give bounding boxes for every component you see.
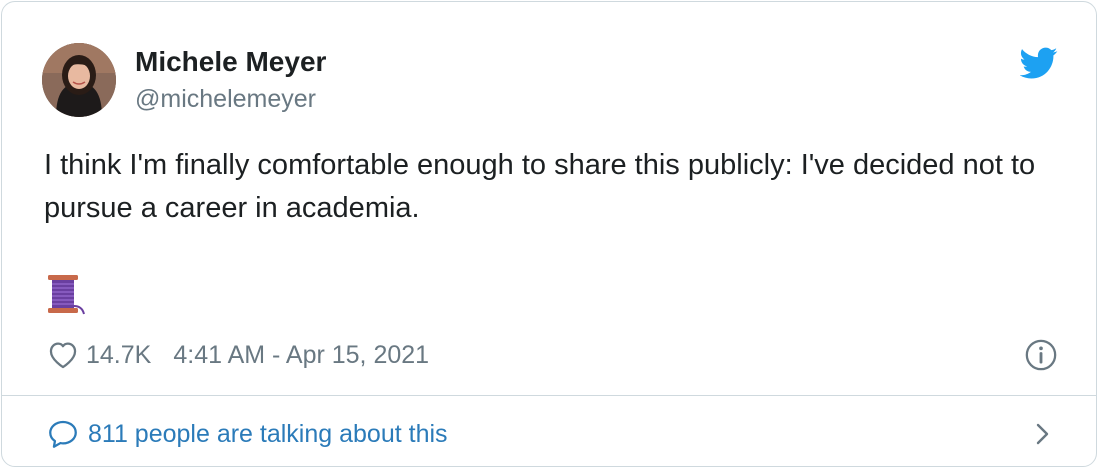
thread-spool-icon: [48, 275, 85, 315]
twitter-bird-icon[interactable]: [1020, 44, 1058, 82]
tweet-meta: 14.7K 4:41 AM - Apr 15, 2021: [46, 337, 429, 373]
tweet-timestamp[interactable]: 4:41 AM - Apr 15, 2021: [173, 341, 429, 370]
author-handle[interactable]: @michelemeyer: [135, 85, 316, 114]
tweet-text: I think I'm finally comfortable enough t…: [44, 149, 1036, 224]
footer-divider: [2, 395, 1096, 396]
author-name[interactable]: Michele Meyer: [135, 46, 326, 78]
like-button[interactable]: 14.7K: [46, 338, 151, 372]
chevron-right-icon[interactable]: [1032, 420, 1054, 448]
conversation-count-text: 811 people are talking about this: [88, 419, 448, 448]
heart-icon: [49, 342, 77, 369]
info-icon[interactable]: [1024, 338, 1058, 372]
avatar-photo: [42, 43, 116, 117]
speech-bubble-icon: [49, 420, 77, 448]
author-avatar[interactable]: [42, 43, 116, 117]
tweet-card[interactable]: Michele Meyer @michelemeyer I think I'm …: [1, 1, 1097, 467]
like-count: 14.7K: [86, 340, 152, 369]
conversation-link[interactable]: 811 people are talking about this: [46, 414, 448, 454]
